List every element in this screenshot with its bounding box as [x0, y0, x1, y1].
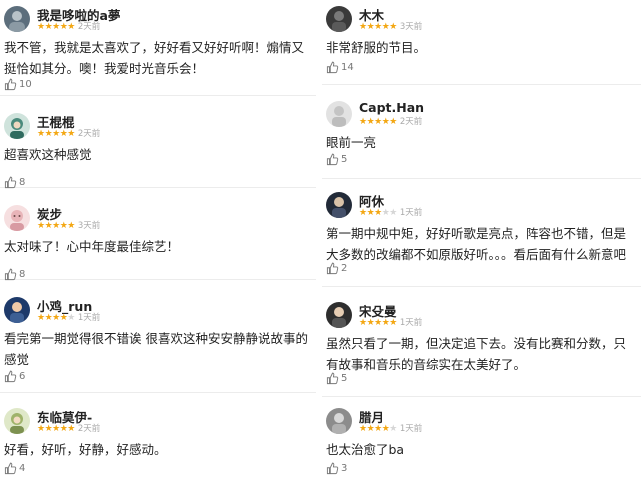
like-count: 3	[341, 463, 348, 474]
star-rating-icon: ★★★★★	[359, 22, 397, 32]
star-rating-icon: ★★★★★	[37, 424, 75, 434]
like-count: 5	[341, 373, 348, 384]
rating: ★★★★★ 2天前	[37, 129, 100, 139]
review-card: 炭步 ★★★★★ 3天前 太对味了！心中年度最佳综艺！ 8	[0, 199, 316, 281]
review-card: 宋殳曼 ★★★★★ 1天前 虽然只看了一期，但决定追下去。没有比赛和分数，只有故事…	[322, 296, 641, 397]
thumbs-up-icon	[4, 176, 17, 189]
star-rating-icon: ★★★★★	[359, 117, 397, 127]
rating: ★★★★★ 1天前	[37, 313, 100, 323]
like-count: 10	[19, 79, 32, 90]
thumbs-up-icon	[4, 462, 17, 475]
review-text: 虽然只看了一期，但决定追下去。没有比赛和分数，只有故事和音乐的音综实在太美好了。	[326, 336, 627, 372]
review-card: 阿休 ★★★★★ 1天前 第一期中规中矩，好好听歌是亮点，阵容也不错，但是大多数的…	[322, 186, 641, 287]
review-card: 小鸡_run ★★★★★ 1天前 看完第一期觉得很不错诶 很喜欢这种安安静静说故事…	[0, 291, 316, 393]
timestamp: 3天前	[399, 22, 423, 32]
rating: ★★★★★ 2天前	[37, 22, 100, 32]
timestamp: 2天前	[77, 129, 101, 139]
star-rating-icon: ★★★★★	[359, 424, 397, 434]
timestamp: 3天前	[77, 221, 101, 231]
like-count: 8	[19, 177, 26, 188]
timestamp: 2天前	[399, 117, 423, 127]
thumbs-up-icon	[326, 462, 339, 475]
thumbs-up-icon	[326, 61, 339, 74]
rating: ★★★★★ 2天前	[359, 117, 422, 127]
username[interactable]: Capt.Han	[359, 100, 424, 115]
avatar[interactable]	[326, 101, 352, 127]
star-rating-icon: ★★★★★	[359, 318, 397, 328]
rating: ★★★★★ 1天前	[359, 424, 422, 434]
review-card: Capt.Han ★★★★★ 2天前 眼前一亮 5	[322, 95, 641, 179]
avatar[interactable]	[326, 408, 352, 434]
star-rating-icon: ★★★★★	[37, 221, 75, 231]
review-text: 非常舒服的节目。	[326, 40, 427, 55]
star-rating-icon: ★★★★★	[37, 22, 75, 32]
timestamp: 1天前	[399, 424, 423, 434]
avatar[interactable]	[4, 408, 30, 434]
review-card: 木木 ★★★★★ 3天前 非常舒服的节目。 14	[322, 0, 641, 85]
avatar[interactable]	[4, 113, 30, 139]
timestamp: 1天前	[399, 208, 423, 218]
like-count: 8	[19, 269, 26, 280]
review-text: 我不管，我就是太喜欢了，好好看又好好听啊！煽情又挺恰如其分。噢！我爱时光音乐会！	[4, 40, 305, 76]
rating: ★★★★★ 3天前	[359, 22, 422, 32]
review-text: 看完第一期觉得很不错诶 很喜欢这种安安静静说故事的感觉	[4, 331, 308, 367]
timestamp: 1天前	[399, 318, 423, 328]
rating: ★★★★★ 1天前	[359, 208, 422, 218]
like-count: 5	[341, 154, 348, 165]
rating: ★★★★★ 2天前	[37, 424, 100, 434]
review-card: 东临莫伊- ★★★★★ 2天前 好看，好听，好静，好感动。 4	[0, 402, 316, 481]
star-rating-icon: ★★★★★	[37, 313, 75, 323]
thumbs-up-icon	[4, 78, 17, 91]
timestamp: 1天前	[77, 313, 101, 323]
thumbs-up-icon	[326, 153, 339, 166]
avatar[interactable]	[4, 297, 30, 323]
thumbs-up-icon	[326, 262, 339, 275]
review-text: 太对味了！心中年度最佳综艺！	[4, 239, 180, 254]
like-count: 2	[341, 263, 348, 274]
review-card: 我是哆啦的a夢 ★★★★★ 2天前 我不管，我就是太喜欢了，好好看又好好听啊！煽情…	[0, 0, 316, 96]
avatar[interactable]	[4, 205, 30, 231]
review-text: 第一期中规中矩，好好听歌是亮点，阵容也不错，但是大多数的改编都不如原版好听。。。…	[326, 226, 627, 262]
rating: ★★★★★ 1天前	[359, 318, 422, 328]
star-rating-icon: ★★★★★	[37, 129, 75, 139]
thumbs-up-icon	[4, 370, 17, 383]
rating: ★★★★★ 3天前	[37, 221, 100, 231]
timestamp: 2天前	[77, 424, 101, 434]
avatar[interactable]	[326, 6, 352, 32]
like-count: 4	[19, 463, 26, 474]
review-text: 也太治愈了ba	[326, 442, 405, 457]
review-card: 王棍棍 ★★★★★ 2天前 超喜欢这种感觉 8	[0, 107, 316, 189]
review-text: 眼前一亮	[326, 135, 377, 150]
review-text: 好看，好听，好静，好感动。	[4, 442, 167, 457]
avatar[interactable]	[326, 302, 352, 328]
review-card: 腊月 ★★★★★ 1天前 也太治愈了ba 3	[322, 402, 641, 481]
thumbs-up-icon	[4, 268, 17, 281]
like-count: 6	[19, 371, 26, 382]
like-count: 14	[341, 62, 354, 73]
avatar[interactable]	[326, 192, 352, 218]
star-rating-icon: ★★★★★	[359, 208, 397, 218]
timestamp: 2天前	[77, 22, 101, 32]
thumbs-up-icon	[326, 372, 339, 385]
avatar[interactable]	[4, 6, 30, 32]
review-text: 超喜欢这种感觉	[4, 147, 92, 162]
